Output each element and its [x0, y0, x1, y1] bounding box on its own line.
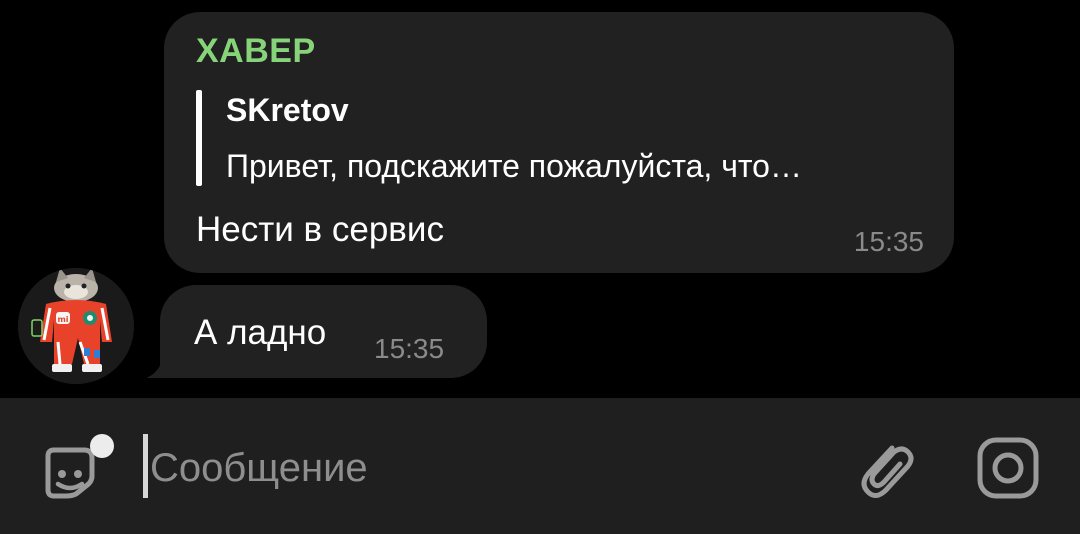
message-bubble-incoming[interactable]: ХАВЕР SKretov Привет, подскажите пожалуй… — [164, 12, 954, 273]
sender-name[interactable]: ХАВЕР — [196, 32, 316, 71]
message-bubble-incoming[interactable]: А ладно 15:35 — [160, 285, 487, 378]
message-time: 15:35 — [374, 333, 445, 364]
sticker-emoji-icon — [45, 434, 114, 499]
message-list[interactable]: ХАВЕР SKretov Привет, подскажите пожалуй… — [0, 0, 1080, 398]
text-cursor — [143, 434, 148, 498]
message-text: Нести в сервис — [196, 210, 444, 249]
message-input[interactable] — [150, 428, 830, 508]
reply-bar — [196, 90, 202, 186]
avatar[interactable]: mi — [18, 268, 134, 384]
avatar-cat-image: mi — [18, 268, 134, 384]
message-text: А ладно — [194, 313, 327, 352]
paperclip-icon — [861, 445, 914, 498]
reply-text: Привет, подскажите пожалуйста, что… — [226, 148, 802, 184]
svg-text:mi: mi — [57, 315, 68, 324]
camera-icon — [977, 437, 1039, 499]
sticker-button[interactable] — [40, 432, 120, 504]
reply-author: SKretov — [226, 92, 349, 128]
reply-quote[interactable]: SKretov Привет, подскажите пожалуйста, ч… — [196, 88, 936, 188]
message-time: 15:35 — [853, 226, 924, 257]
attach-button[interactable] — [848, 432, 920, 504]
camera-button[interactable] — [972, 432, 1044, 504]
chat-screen: ХАВЕР SKretov Привет, подскажите пожалуй… — [0, 0, 1080, 534]
message-composer — [0, 398, 1080, 534]
